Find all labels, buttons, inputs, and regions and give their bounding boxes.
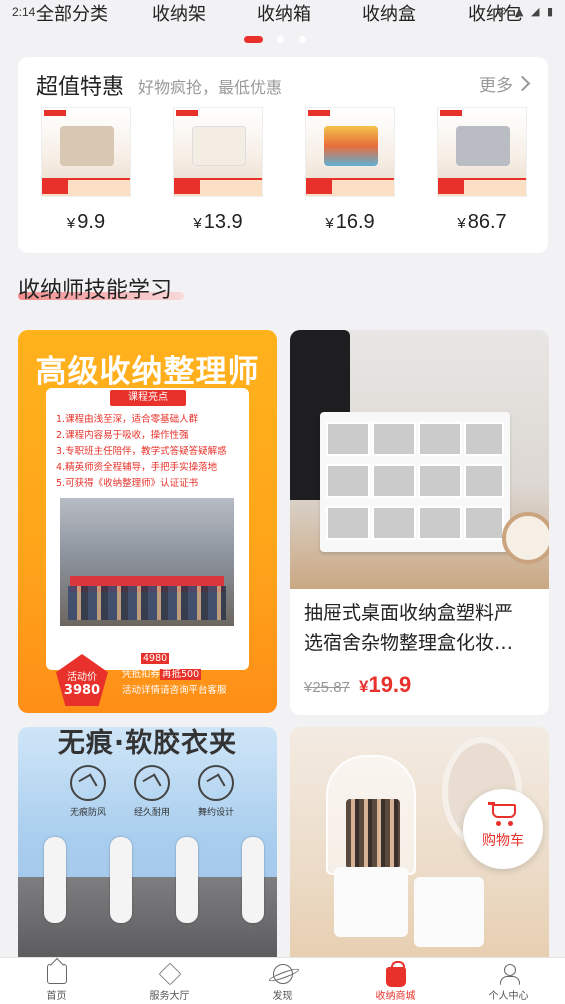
carousel-dot-active <box>244 36 263 43</box>
promo-line-coupon: 凭抵扣券 再抵500 <box>122 669 202 680</box>
deal-item[interactable]: ¥13.9 <box>173 107 263 233</box>
promo-point: 2.课程内容易于吸收，操作性强 <box>56 430 189 441</box>
cube-icon <box>158 962 181 986</box>
status-time: 2:14 <box>12 5 36 19</box>
promo-points: 1.课程由浅至深，适合零基础人群 2.课程内容易于吸收，操作性强 3.专职班主任… <box>56 412 246 492</box>
clip-feature: 舞约设计 <box>186 765 246 818</box>
product-prices: ¥25.87 ¥19.9 <box>304 672 411 698</box>
floating-cart-label: 购物车 <box>482 833 524 849</box>
promo-point: 3.专职班主任陪伴，教学式答疑答疑解惑 <box>56 446 227 457</box>
product-card[interactable]: 抽屉式桌面收纳盒塑料严 选宿舍杂物整理盒化妆… ¥25.87 ¥19.9 <box>290 330 549 715</box>
clip-feature: 无痕防风 <box>58 765 118 818</box>
clothespin-product-card[interactable]: 无痕·软胶衣夹 无痕防风 经久耐用 舞约设计 <box>18 727 277 957</box>
deals-title: 超值特惠 <box>36 75 125 100</box>
tab-discover[interactable]: 发现 <box>226 958 339 1004</box>
deal-item[interactable]: ¥9.9 <box>41 107 131 233</box>
deal-thumbnail <box>41 107 131 197</box>
deal-thumbnail <box>173 107 263 197</box>
promo-line-original: 原价 4980 ，现在活动期间 <box>122 653 236 664</box>
tab-service-hall[interactable]: 服务大厅 <box>113 958 226 1004</box>
bottom-tab-bar: 首页 服务大厅 发现 收纳商城 个人中心 <box>0 957 565 1004</box>
tab-storage-mall[interactable]: 收纳商城 <box>339 958 452 1004</box>
clip-peg-image <box>176 837 198 923</box>
deal-item[interactable]: ¥86.7 <box>437 107 527 233</box>
status-icons: ⚙ ▲ ◢ ▮ <box>497 5 555 18</box>
clip-peg-image <box>242 837 264 923</box>
carousel-dot <box>299 36 306 43</box>
promo-box-heading: 课程亮点 <box>110 390 186 406</box>
deals-subtitle: 好物疯抢，最低优惠 <box>138 78 283 97</box>
deal-price: ¥13.9 <box>193 211 243 233</box>
promo-point: 1.课程由浅至深，适合零基础人群 <box>56 414 199 425</box>
deals-card: 超值特惠 好物疯抢，最低优惠 更多 ¥9.9 ¥13.9 ¥16.9 ¥86.7 <box>18 57 548 253</box>
promo-highlights-box: 课程亮点 1.课程由浅至深，适合零基础人群 2.课程内容易于吸收，操作性强 3.… <box>46 388 249 670</box>
user-icon <box>499 964 520 985</box>
clip-card-title: 无痕·软胶衣夹 <box>57 728 238 759</box>
deal-price: ¥9.9 <box>66 211 106 233</box>
deals-more-link[interactable]: 更多 <box>479 71 531 96</box>
product-new-price: ¥19.9 <box>358 672 412 697</box>
product-image <box>290 330 549 589</box>
cart-icon <box>488 802 518 826</box>
carousel-dot <box>277 36 284 43</box>
deal-price: ¥86.7 <box>457 211 507 233</box>
status-bar: 2:14 ⚙ ▲ ◢ ▮ <box>0 0 565 24</box>
shopping-bag-icon <box>385 961 406 987</box>
promo-title: 高级收纳整理师 <box>35 354 260 390</box>
product-name: 抽屉式桌面收纳盒塑料严 选宿舍杂物整理盒化妆… <box>304 602 514 654</box>
deal-price: ¥16.9 <box>325 211 375 233</box>
planet-icon <box>272 964 293 984</box>
promo-group-photo <box>60 498 234 626</box>
product-old-price: ¥25.87 <box>304 679 350 696</box>
brushes-image <box>346 799 400 869</box>
promo-line-details: 活动详情请咨询平台客服 <box>122 685 227 696</box>
floating-cart-button[interactable]: 购物车 <box>463 789 543 869</box>
course-promo-card[interactable]: 高级收纳整理师 课程亮点 1.课程由浅至深，适合零基础人群 2.课程内容易于吸收… <box>18 330 277 713</box>
deal-item[interactable]: ¥16.9 <box>305 107 395 233</box>
clip-peg-image <box>110 837 132 923</box>
tab-home[interactable]: 首页 <box>0 958 113 1004</box>
clip-peg-image <box>44 837 66 923</box>
cup-image <box>334 867 408 937</box>
deal-thumbnail <box>437 107 527 197</box>
carousel-indicator <box>0 36 565 44</box>
cup-image <box>414 877 484 947</box>
section-title: 收纳师技能学习 <box>18 278 173 303</box>
promo-point: 4.精英师资全程辅导，手把手实操落地 <box>56 462 218 473</box>
clip-feature: 经久耐用 <box>122 765 182 818</box>
home-icon <box>46 964 67 984</box>
tab-profile[interactable]: 个人中心 <box>452 958 565 1004</box>
deals-more-label: 更多 <box>479 76 513 96</box>
promo-point: 5.可获得《收纳整理师》认证证书 <box>56 478 199 489</box>
chevron-right-icon <box>514 75 531 92</box>
deal-thumbnail <box>305 107 395 197</box>
